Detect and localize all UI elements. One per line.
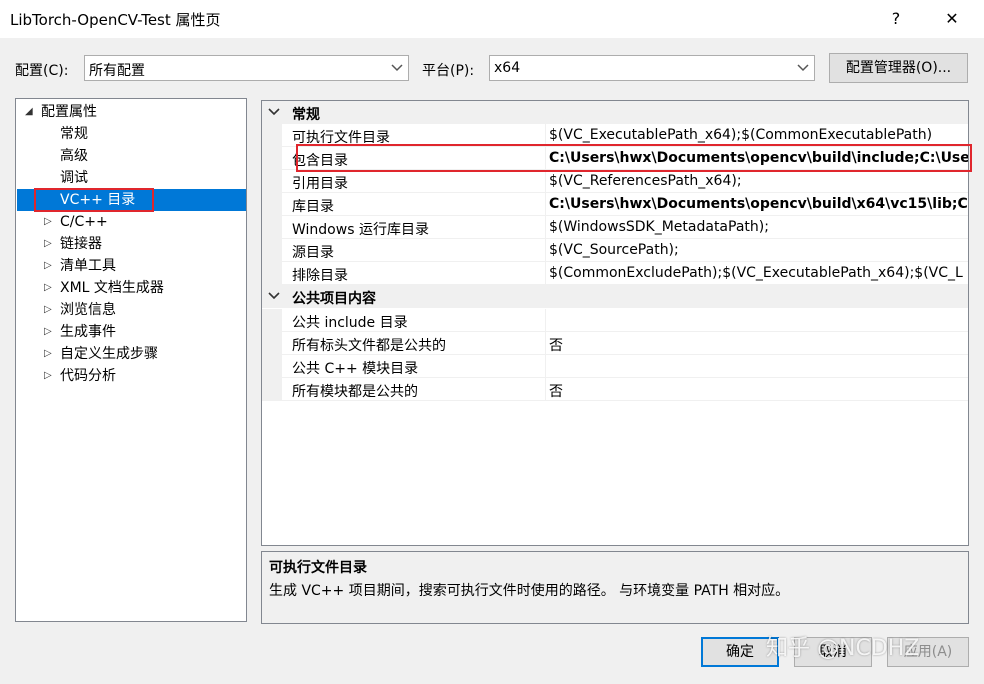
property-value: $(VC_SourcePath); <box>549 242 679 258</box>
chevron-down-icon <box>391 64 403 72</box>
collapsed-triangle-icon[interactable]: ▷ <box>44 304 52 315</box>
description-panel: 可执行文件目录 生成 VC++ 项目期间，搜索可执行文件时使用的路径。 与环境变… <box>261 551 969 624</box>
category-general[interactable]: 常规 <box>262 101 968 124</box>
property-name: Windows 运行库目录 <box>292 222 429 238</box>
config-manager-button[interactable]: 配置管理器(O)... <box>829 53 968 83</box>
tree-item-code-analysis[interactable]: 代码分析 <box>60 365 116 387</box>
platform-label: 平台(P): <box>422 63 475 79</box>
window-title: LibTorch-OpenCV-Test 属性页 <box>10 11 221 29</box>
property-value: $(WindowsSDK_MetadataPath); <box>549 219 769 235</box>
tree-item-general[interactable]: 常规 <box>60 123 88 145</box>
property-value: C:\Users\hwx\Documents\opencv\build\x64\… <box>549 196 968 212</box>
tree-item-custom-build[interactable]: 自定义生成步骤 <box>60 343 158 365</box>
platform-dropdown[interactable]: x64 <box>489 55 815 81</box>
property-name: 排除目录 <box>292 268 348 284</box>
chevron-down-icon[interactable] <box>268 107 280 117</box>
property-row[interactable]: 库目录 C:\Users\hwx\Documents\opencv\build\x… <box>262 193 968 216</box>
property-name: 源目录 <box>292 245 334 261</box>
collapsed-triangle-icon[interactable]: ▷ <box>44 348 52 359</box>
property-value: $(VC_ReferencesPath_x64); <box>549 173 742 189</box>
collapsed-triangle-icon[interactable]: ▷ <box>44 216 52 227</box>
tree-item-manifest-tool[interactable]: 清单工具 <box>60 255 116 277</box>
property-row[interactable]: 引用目录 $(VC_ReferencesPath_x64); <box>262 170 968 193</box>
property-row[interactable]: 所有模块都是公共的 否 <box>262 378 968 401</box>
property-row[interactable]: 公共 C++ 模块目录 <box>262 355 968 378</box>
collapsed-triangle-icon[interactable]: ▷ <box>44 326 52 337</box>
property-value: 否 <box>549 384 563 400</box>
property-name: 引用目录 <box>292 176 348 192</box>
collapsed-triangle-icon[interactable]: ▷ <box>44 282 52 293</box>
tree-item-linker[interactable]: 链接器 <box>60 233 102 255</box>
help-button[interactable]: ? <box>877 4 915 34</box>
highlight-box <box>34 188 154 212</box>
tree-root[interactable]: 配置属性 <box>41 101 97 123</box>
config-label: 配置(C): <box>15 63 69 79</box>
property-name: 公共 C++ 模块目录 <box>292 361 419 377</box>
collapsed-triangle-icon[interactable]: ▷ <box>44 238 52 249</box>
tree-item-xml-doc[interactable]: XML 文档生成器 <box>60 277 164 299</box>
property-value: $(VC_ExecutablePath_x64);$(CommonExecuta… <box>549 127 933 143</box>
collapsed-triangle-icon[interactable]: ▷ <box>44 370 52 381</box>
property-name: 所有标头文件都是公共的 <box>292 338 446 354</box>
tree-item-advanced[interactable]: 高级 <box>60 145 88 167</box>
tree-item-debugging[interactable]: 调试 <box>60 167 88 189</box>
property-row[interactable]: 所有标头文件都是公共的 否 <box>262 332 968 355</box>
platform-value: x64 <box>494 60 521 76</box>
tree-item-cpp[interactable]: C/C++ <box>60 211 108 233</box>
config-dropdown[interactable]: 所有配置 <box>84 55 409 81</box>
tree-item-build-events[interactable]: 生成事件 <box>60 321 116 343</box>
property-row[interactable]: 排除目录 $(CommonExcludePath);$(VC_Executable… <box>262 262 968 285</box>
property-name: 所有模块都是公共的 <box>292 384 418 400</box>
highlight-box <box>296 144 972 172</box>
watermark: 知乎 @NCDHZ <box>766 636 920 661</box>
property-row[interactable]: 公共 include 目录 <box>262 309 968 332</box>
property-row[interactable]: Windows 运行库目录 $(WindowsSDK_MetadataPath); <box>262 216 968 239</box>
property-name: 公共 include 目录 <box>292 315 408 331</box>
config-value: 所有配置 <box>89 63 145 79</box>
collapsed-triangle-icon[interactable]: ▷ <box>44 260 52 271</box>
expanded-triangle-icon[interactable]: ◢ <box>25 106 33 117</box>
property-row[interactable]: 源目录 $(VC_SourcePath); <box>262 239 968 262</box>
chevron-down-icon <box>797 64 809 72</box>
category-label: 常规 <box>292 107 320 123</box>
description-text: 生成 VC++ 项目期间，搜索可执行文件时使用的路径。 与环境变量 PATH 相… <box>269 583 790 599</box>
property-value: $(CommonExcludePath);$(VC_ExecutablePath… <box>549 265 963 281</box>
description-title: 可执行文件目录 <box>269 560 367 576</box>
property-name: 库目录 <box>292 199 334 215</box>
close-button[interactable]: ✕ <box>933 4 971 34</box>
category-public-project-content[interactable]: 公共项目内容 <box>262 285 968 308</box>
category-label: 公共项目内容 <box>292 291 376 307</box>
property-value: 否 <box>549 338 563 354</box>
property-tree: ◢ 配置属性 常规 高级 调试 VC++ 目录 ▷ C/C++ ▷ 链接器 ▷ … <box>15 98 247 622</box>
tree-item-browse-info[interactable]: 浏览信息 <box>60 299 116 321</box>
chevron-down-icon[interactable] <box>268 291 280 301</box>
